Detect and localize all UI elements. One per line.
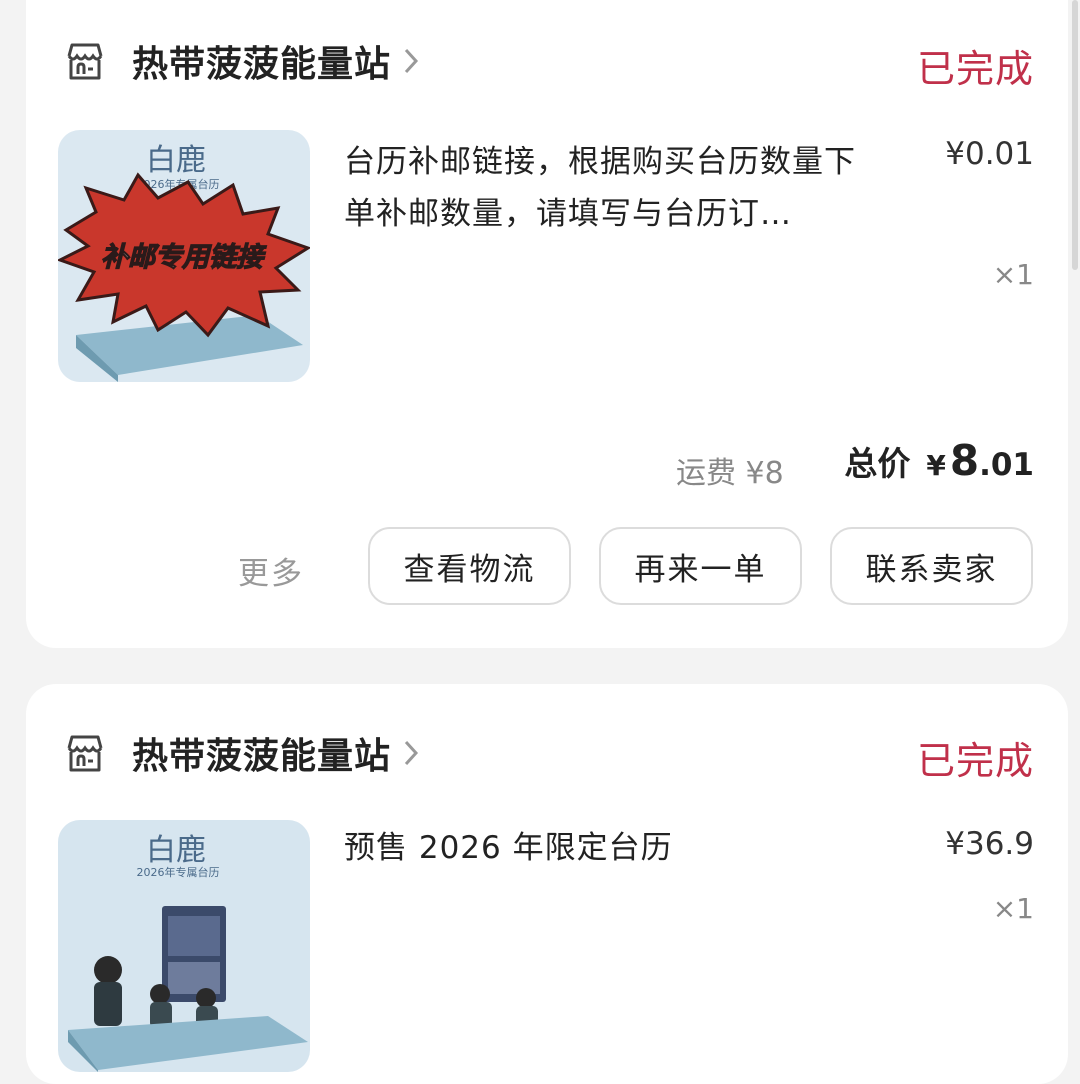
order-status: 已完成	[916, 47, 1034, 91]
total-label: 总价	[844, 444, 911, 483]
figure-left	[94, 956, 122, 984]
thumb-subtitle: 2026年专属台历	[137, 865, 220, 879]
shop-header[interactable]: 热带菠菠能量站	[62, 728, 419, 778]
reorder-button[interactable]: 再来一单	[599, 527, 802, 605]
order-total: 总价 ¥ 8 .01	[844, 436, 1034, 485]
total-decimal: .01	[979, 447, 1034, 483]
order-card[interactable]: 热带菠菠能量站 已完成 白鹿 2026年专属台历 预售 2026 年限定台历 ¥…	[26, 684, 1068, 1084]
scrollbar[interactable]	[1072, 0, 1078, 270]
shop-name[interactable]: 热带菠菠能量站	[132, 35, 391, 87]
product-title[interactable]: 台历补邮链接，根据购买台历数量下单补邮数量，请填写与台历订…	[344, 136, 884, 240]
storefront-icon	[67, 43, 103, 80]
product-thumbnail[interactable]: 白鹿 2026年专属台历	[58, 820, 310, 1072]
product-thumbnail[interactable]: 白鹿 2026年专属台历 补邮专用链接	[58, 130, 310, 382]
shipping-fee: 运费 ¥8	[676, 456, 784, 491]
order-card[interactable]: 热带菠菠能量站 已完成 白鹿 2026年专属台历 补邮专用链接 台历补邮链接，根…	[26, 0, 1068, 648]
order-status: 已完成	[916, 739, 1034, 783]
storefront-icon	[67, 735, 103, 772]
total-currency: ¥	[926, 449, 946, 482]
product-quantity: ×1	[992, 892, 1034, 925]
thumb-brand: 白鹿	[146, 833, 206, 868]
thumb-banner: 补邮专用链接	[101, 242, 267, 273]
chevron-right-icon	[404, 740, 419, 766]
shop-header[interactable]: 热带菠菠能量站	[62, 36, 419, 86]
product-quantity: ×1	[992, 258, 1034, 291]
view-logistics-button[interactable]: 查看物流	[368, 527, 571, 605]
thumb-brand: 白鹿	[146, 143, 206, 178]
total-integer: 8	[949, 436, 980, 485]
product-title[interactable]: 预售 2026 年限定台历	[344, 822, 884, 874]
more-button[interactable]: 更多	[238, 548, 304, 593]
chevron-right-icon	[404, 48, 419, 74]
product-price: ¥0.01	[945, 136, 1034, 172]
shop-name[interactable]: 热带菠菠能量站	[132, 727, 391, 779]
product-price: ¥36.9	[945, 826, 1034, 862]
contact-seller-button[interactable]: 联系卖家	[830, 527, 1033, 605]
